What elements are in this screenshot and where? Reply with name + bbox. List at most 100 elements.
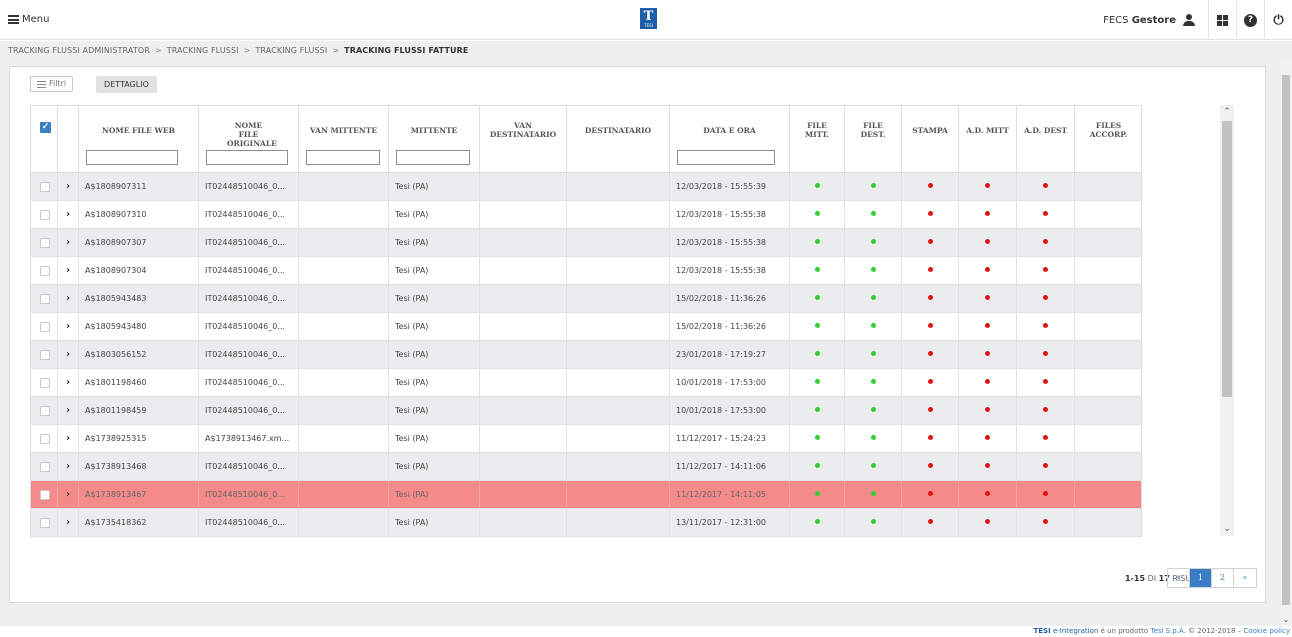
row-checkbox[interactable] [40, 406, 50, 416]
table-row[interactable]: › A$1808907304 IT02448510046_0... Tesi (PA)… [31, 257, 1141, 285]
cell-van-destinatario [480, 285, 567, 312]
table-row[interactable]: › A$1803056152 IT02448510046_0... Tesi (PA)… [31, 341, 1141, 369]
table-row[interactable]: › A$1801198460 IT02448510046_0... Tesi (PA)… [31, 369, 1141, 397]
menu-button[interactable]: Menu [8, 14, 49, 25]
cell-status [845, 201, 902, 228]
row-checkbox[interactable] [40, 266, 50, 276]
nome-file-web-filter-input[interactable] [86, 150, 178, 165]
cell-van-mittente [299, 313, 389, 340]
chevron-right-icon[interactable]: › [66, 229, 70, 256]
filter-button[interactable]: Filtri [30, 76, 74, 92]
cell-expand: › [58, 229, 79, 256]
footer-company-link[interactable]: Tesi S.p.A. [1150, 627, 1185, 635]
chevron-right-icon[interactable]: › [66, 173, 70, 200]
cell-status [790, 173, 845, 200]
row-checkbox[interactable] [40, 294, 50, 304]
nome-file-originale-filter-input[interactable] [206, 150, 288, 165]
logout-button[interactable]: ⏻ [1264, 0, 1292, 40]
page-scroll-thumb[interactable] [1282, 75, 1290, 605]
detail-button[interactable]: DETTAGLIO [96, 76, 157, 93]
row-checkbox[interactable] [40, 434, 50, 444]
data-ora-filter-input[interactable] [677, 150, 775, 165]
chevron-right-icon[interactable]: › [66, 453, 70, 480]
van-mittente-filter-input[interactable] [306, 150, 380, 165]
cell-status [845, 425, 902, 452]
row-checkbox[interactable] [40, 462, 50, 472]
next-page-button[interactable]: » [1234, 569, 1256, 587]
hamburger-icon [8, 15, 19, 24]
table-scrollbar[interactable]: ⌃ ⌄ [1220, 105, 1234, 536]
row-checkbox[interactable] [40, 350, 50, 360]
ad-dest-status-icon [1043, 463, 1048, 468]
row-checkbox[interactable] [40, 322, 50, 332]
table-row[interactable]: › A$1808907307 IT02448510046_0... Tesi (PA)… [31, 229, 1141, 257]
chevron-right-icon[interactable]: › [66, 481, 70, 508]
row-checkbox[interactable] [40, 238, 50, 248]
breadcrumb-item[interactable]: TRACKING FLUSSI [167, 46, 239, 55]
row-checkbox[interactable] [40, 378, 50, 388]
cell-expand: › [58, 313, 79, 340]
cell-nome-file-web: A$1808907310 [79, 201, 199, 228]
row-checkbox[interactable] [40, 518, 50, 528]
table-row[interactable]: › A$1738925315 A$1738913467.xm... Tesi (PA)… [31, 425, 1141, 453]
cell-van-mittente [299, 201, 389, 228]
ad-dest-status-icon [1043, 379, 1048, 384]
chevron-right-icon[interactable]: › [66, 509, 70, 536]
chevron-right-icon[interactable]: › [66, 369, 70, 396]
cell-select [31, 257, 58, 284]
help-button[interactable]: ? [1236, 0, 1264, 40]
cell-data-ora: 23/01/2018 - 17:19:27 [670, 341, 790, 368]
footer-cookie-link[interactable]: Cookie policy [1243, 627, 1290, 635]
table-row[interactable]: › A$1808907310 IT02448510046_0... Tesi (PA)… [31, 201, 1141, 229]
stampa-status-icon [928, 295, 933, 300]
page-button-1[interactable]: 1 [1190, 569, 1212, 587]
chevron-right-icon[interactable]: › [66, 201, 70, 228]
chevron-right-icon[interactable]: › [66, 313, 70, 340]
ad-mitt-status-icon [985, 379, 990, 384]
table-header: ✓ NOME FILE WEB NOME FILE ORIGINALE VAN … [31, 105, 1141, 173]
ad-mitt-status-icon [985, 183, 990, 188]
table-row[interactable]: › A$1738913467 IT02448510046_0... Tesi (PA)… [31, 481, 1141, 509]
table-row[interactable]: › A$1738913468 IT02448510046_0... Tesi (PA)… [31, 453, 1141, 481]
breadcrumb-item[interactable]: TRACKING FLUSSI [255, 46, 327, 55]
table-row[interactable]: › A$1801198459 IT02448510046_0... Tesi (PA)… [31, 397, 1141, 425]
ad-mitt-status-icon [985, 519, 990, 524]
table-row[interactable]: › A$1808907311 IT02448510046_0... Tesi (PA)… [31, 173, 1141, 201]
table-scroll-thumb[interactable] [1222, 121, 1232, 397]
page-button-2[interactable]: 2 [1212, 569, 1234, 587]
breadcrumb-item[interactable]: TRACKING FLUSSI ADMINISTRATOR [8, 46, 150, 55]
file-mitt-status-icon [815, 323, 820, 328]
row-checkbox[interactable] [40, 182, 50, 192]
header-stampa: STAMPA [902, 106, 959, 173]
cell-van-mittente [299, 173, 389, 200]
chevron-right-icon[interactable]: › [66, 425, 70, 452]
scroll-up-icon[interactable]: ⌃ [1220, 105, 1234, 119]
apps-button[interactable] [1208, 0, 1236, 40]
chevron-right-icon[interactable]: › [66, 397, 70, 424]
check-icon[interactable]: ✓ [40, 122, 51, 133]
header-van-destinatario: VAN DESTINATARIO [480, 106, 567, 173]
scroll-down-icon[interactable]: ⌄ [1220, 522, 1234, 536]
chevron-right-icon[interactable]: › [66, 285, 70, 312]
chevron-right-icon[interactable]: › [66, 257, 70, 284]
table-row[interactable]: › A$1805943480 IT02448510046_0... Tesi (PA)… [31, 313, 1141, 341]
cell-status [790, 257, 845, 284]
user-icon[interactable] [1182, 13, 1196, 27]
row-checkbox[interactable] [40, 210, 50, 220]
user-name: FECS Gestore [1103, 15, 1182, 26]
stampa-status-icon [928, 211, 933, 216]
mittente-filter-input[interactable] [396, 150, 470, 165]
cell-expand: › [58, 369, 79, 396]
table-row[interactable]: › A$1805943483 IT02448510046_0... Tesi (PA)… [31, 285, 1141, 313]
chevron-right-icon[interactable]: › [66, 341, 70, 368]
row-checkbox[interactable] [40, 490, 50, 500]
cell-destinatario [567, 257, 670, 284]
table-row[interactable]: › A$1735418362 IT02448510046_0... Tesi (PA)… [31, 509, 1141, 537]
page-scroll-down-icon[interactable]: ⌄ [1280, 614, 1292, 626]
cell-mittente: Tesi (PA) [389, 229, 480, 256]
cell-van-destinatario [480, 257, 567, 284]
tesi-logo[interactable]: T TESI [640, 8, 657, 29]
prev-page-button[interactable]: « [1168, 569, 1190, 587]
footer-text: è un prodotto [1100, 627, 1149, 635]
page-scrollbar[interactable]: ⌄ [1280, 61, 1292, 626]
